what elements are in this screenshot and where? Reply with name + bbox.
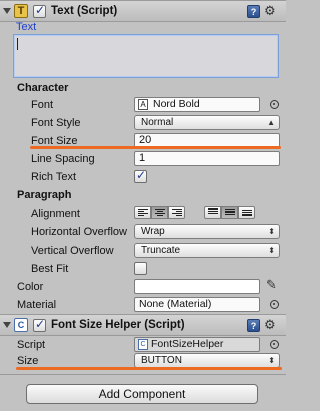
object-picker-icon[interactable]: [270, 340, 279, 349]
dropdown-arrow-icon: ⬍: [268, 246, 275, 255]
font-size-helper-header[interactable]: C ✓ Font Size Helper (Script) ? ⚙: [0, 314, 286, 336]
color-swatch[interactable]: [134, 279, 260, 294]
font-size-highlight-underline: [30, 146, 281, 149]
text-component-header[interactable]: T ✓ Text (Script) ? ⚙: [0, 0, 286, 22]
vertical-overflow-dropdown[interactable]: Truncate ⬍: [134, 243, 280, 258]
paragraph-section-title: Paragraph: [17, 189, 72, 201]
align-center-icon: [155, 209, 165, 217]
font-asset-icon: A: [138, 99, 148, 110]
align-bottom-icon: [242, 210, 252, 218]
size-label: Size: [17, 355, 39, 367]
eyedropper-icon[interactable]: ✎: [266, 277, 277, 293]
text-caret: [17, 38, 18, 50]
object-picker-icon[interactable]: [270, 100, 279, 109]
component-title: Font Size Helper (Script): [51, 319, 185, 331]
material-label: Material: [17, 299, 57, 311]
script-label: Script: [17, 339, 46, 351]
line-spacing-input[interactable]: 1: [134, 151, 280, 166]
divider: [0, 374, 286, 375]
text-script-icon: T: [14, 4, 28, 18]
align-right-icon: [172, 209, 182, 217]
size-dropdown[interactable]: BUTTON ⬍: [134, 353, 280, 368]
vertical-overflow-label: Vertical Overflow: [31, 245, 114, 257]
font-size-helper-enabled-checkbox[interactable]: ✓: [33, 317, 46, 332]
material-field[interactable]: None (Material): [134, 297, 260, 312]
csharp-file-icon: C: [138, 339, 148, 350]
material-value: None (Material): [139, 298, 212, 310]
foldout-arrow-icon[interactable]: [3, 322, 11, 328]
gear-icon[interactable]: ⚙: [264, 317, 276, 333]
align-middle-button[interactable]: [221, 206, 238, 219]
font-size-value: 20: [139, 134, 152, 146]
checkmark-icon: ✓: [136, 168, 147, 182]
font-style-value: Normal: [141, 117, 174, 128]
script-value: FontSizeHelper: [151, 338, 224, 350]
character-section-title: Character: [17, 82, 69, 94]
color-label: Color: [17, 281, 44, 293]
font-label: Font: [31, 99, 54, 111]
align-bottom-button[interactable]: [238, 206, 255, 219]
rich-text-checkbox[interactable]: ✓: [134, 168, 147, 183]
checkmark-icon: ✓: [35, 317, 46, 331]
csharp-script-icon: C: [14, 318, 28, 332]
align-center-button[interactable]: [151, 206, 168, 219]
script-field[interactable]: C FontSizeHelper: [134, 337, 260, 352]
gear-icon[interactable]: ⚙: [264, 3, 276, 19]
component-title: Text (Script): [51, 5, 118, 17]
help-icon[interactable]: ?: [247, 319, 260, 332]
vertical-overflow-value: Truncate: [141, 245, 181, 256]
checkmark-icon: ✓: [35, 3, 46, 17]
dropdown-arrow-icon: ▲: [267, 118, 275, 127]
best-fit-label: Best Fit: [31, 263, 69, 275]
align-middle-icon: [225, 209, 235, 217]
rich-text-label: Rich Text: [31, 171, 77, 183]
align-left-icon: [138, 209, 148, 217]
object-picker-icon[interactable]: [270, 300, 279, 309]
text-field-label: Text: [16, 21, 37, 33]
align-left-button[interactable]: [134, 206, 151, 219]
horizontal-overflow-value: Wrap: [141, 226, 165, 237]
font-style-dropdown[interactable]: Normal ▲: [134, 115, 280, 130]
align-top-icon: [208, 208, 218, 216]
alignment-label: Alignment: [31, 208, 80, 220]
align-top-button[interactable]: [204, 206, 221, 219]
dropdown-arrow-icon: ⬍: [268, 227, 275, 236]
foldout-arrow-icon[interactable]: [3, 8, 11, 14]
align-right-button[interactable]: [168, 206, 185, 219]
line-spacing-value: 1: [139, 152, 146, 164]
help-icon[interactable]: ?: [247, 5, 260, 18]
font-style-label: Font Style: [31, 117, 81, 129]
add-component-label: Add Component: [98, 387, 186, 401]
size-value: BUTTON: [141, 355, 182, 366]
best-fit-checkbox[interactable]: [134, 262, 147, 275]
text-area[interactable]: [13, 34, 279, 78]
horizontal-overflow-dropdown[interactable]: Wrap ⬍: [134, 224, 280, 239]
dropdown-arrow-icon: ⬍: [268, 356, 275, 365]
font-value: Nord Bold: [153, 98, 200, 110]
font-field[interactable]: A Nord Bold: [134, 97, 260, 112]
horizontal-overflow-label: Horizontal Overflow: [31, 226, 127, 238]
add-component-button[interactable]: Add Component: [26, 384, 258, 404]
size-highlight-underline: [16, 367, 282, 370]
line-spacing-label: Line Spacing: [31, 153, 95, 165]
text-component-enabled-checkbox[interactable]: ✓: [33, 3, 46, 18]
